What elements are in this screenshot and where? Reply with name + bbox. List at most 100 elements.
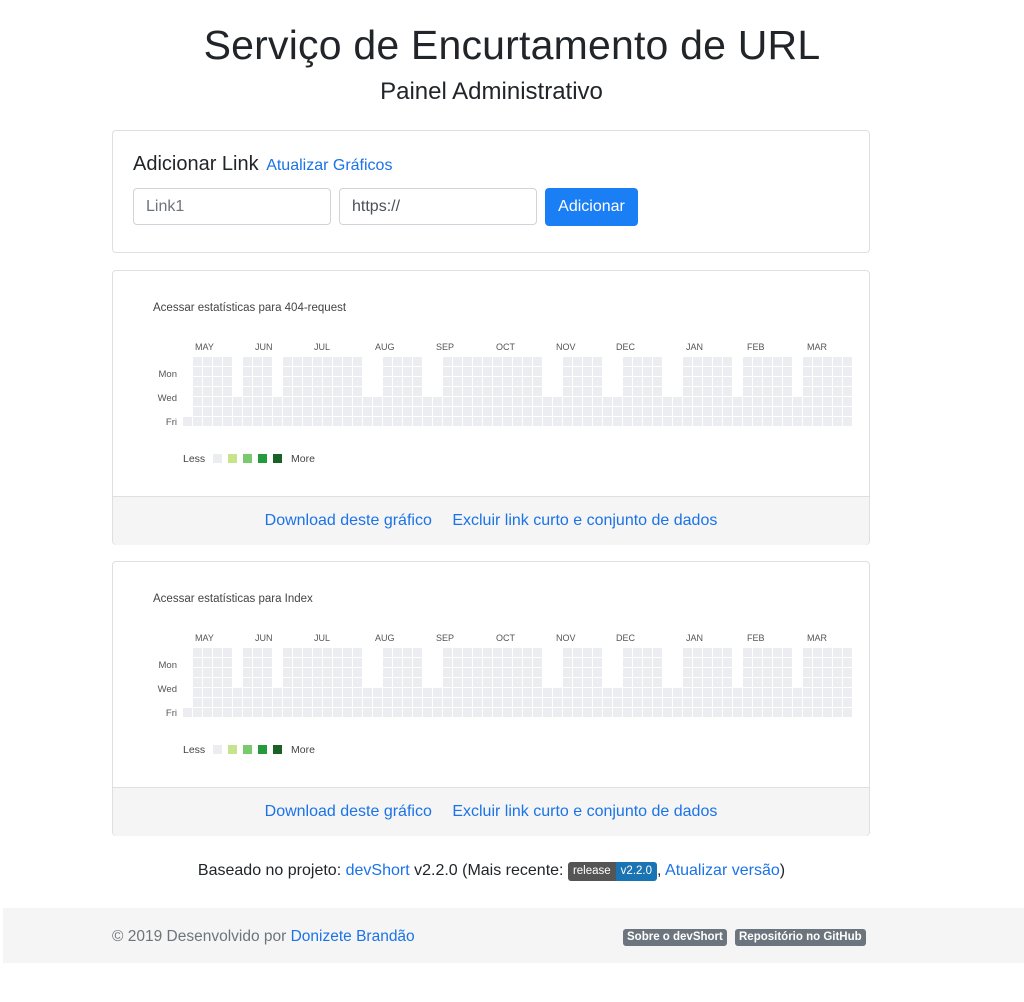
heatmap-cell xyxy=(743,698,752,707)
delete-link-link[interactable]: Excluir link curto e conjunto de dados xyxy=(452,803,717,820)
heatmap-cell xyxy=(403,648,412,657)
heatmap-cell xyxy=(653,648,662,657)
heatmap-cell xyxy=(343,668,352,677)
heatmap-cell xyxy=(513,417,522,426)
heatmap-cell xyxy=(583,708,592,717)
heatmap-cell xyxy=(483,377,492,386)
github-badge[interactable]: Repositório no GitHub xyxy=(735,929,866,946)
heatmap-cell xyxy=(583,648,592,657)
heatmap-cell xyxy=(433,708,442,717)
heatmap-cell xyxy=(653,367,662,376)
legend-swatch xyxy=(258,745,267,754)
month-label: AUG xyxy=(375,342,395,352)
heatmap-cell xyxy=(693,387,702,396)
heatmap-cell xyxy=(833,377,842,386)
heatmap-cell xyxy=(503,387,512,396)
heatmap-cell xyxy=(503,658,512,667)
link-name-input[interactable] xyxy=(133,188,331,225)
heatmap-cell xyxy=(663,698,672,707)
heatmap-cell xyxy=(573,678,582,687)
heatmap-cell xyxy=(403,397,412,406)
heatmap-cell xyxy=(493,407,502,416)
heatmap-cell xyxy=(473,668,482,677)
heatmap-cell xyxy=(653,377,662,386)
heatmap-cell xyxy=(423,688,432,697)
heatmap-cell xyxy=(443,397,452,406)
heatmap-cell xyxy=(813,397,822,406)
heatmap-cell xyxy=(703,417,712,426)
heatmap-cell xyxy=(243,357,252,366)
heatmap-cell xyxy=(463,708,472,717)
add-link-card: Adicionar Link Atualizar Gráficos Adicio… xyxy=(112,130,870,253)
heatmap-cell xyxy=(793,708,802,717)
release-badge[interactable]: release v2.2.0 xyxy=(567,862,657,881)
heatmap-cell xyxy=(383,698,392,707)
heatmap-cell xyxy=(693,698,702,707)
heatmap-cell xyxy=(723,407,732,416)
heatmap-cell xyxy=(203,367,212,376)
heatmap-cell xyxy=(733,708,742,717)
heatmap-cell xyxy=(493,668,502,677)
heatmap-cell xyxy=(543,407,552,416)
download-chart-link[interactable]: Download deste gráfico xyxy=(265,512,432,529)
download-chart-link[interactable]: Download deste gráfico xyxy=(265,803,432,820)
heatmap-cell xyxy=(443,698,452,707)
heatmap-cell xyxy=(663,417,672,426)
heatmap-cell xyxy=(433,417,442,426)
link-url-input[interactable] xyxy=(339,188,537,225)
heatmap-cell xyxy=(573,698,582,707)
heatmap-cell xyxy=(713,357,722,366)
heatmap-cell xyxy=(593,367,602,376)
heatmap-cell xyxy=(283,658,292,667)
heatmap-cell xyxy=(243,397,252,406)
heatmap-cell xyxy=(293,367,302,376)
heatmap-cell xyxy=(483,407,492,416)
heatmap-cell xyxy=(373,698,382,707)
project-link[interactable]: devShort xyxy=(346,862,410,879)
heatmap-cell xyxy=(323,377,332,386)
heatmap-cell xyxy=(823,397,832,406)
author-link[interactable]: Donizete Brandão xyxy=(291,928,415,945)
heatmap-cell xyxy=(463,367,472,376)
heatmap-cell xyxy=(643,387,652,396)
heatmap-cell xyxy=(453,688,462,697)
heatmap-cell xyxy=(403,688,412,697)
heatmap-cell xyxy=(623,688,632,697)
heatmap-cell xyxy=(573,417,582,426)
heatmap-cell xyxy=(843,658,852,667)
update-version-link[interactable]: Atualizar versão xyxy=(665,862,780,879)
heatmap-cell xyxy=(243,377,252,386)
heatmap-cell xyxy=(293,377,302,386)
heatmap-cell xyxy=(743,708,752,717)
heatmap-cell xyxy=(833,658,842,667)
heatmap-cell xyxy=(383,648,392,657)
heatmap-cell xyxy=(213,377,222,386)
heatmap-cell xyxy=(363,407,372,416)
heatmap-cell xyxy=(703,407,712,416)
delete-link-link[interactable]: Excluir link curto e conjunto de dados xyxy=(452,512,717,529)
refresh-charts-link[interactable]: Atualizar Gráficos xyxy=(266,157,392,174)
heatmap-cell xyxy=(573,648,582,657)
heatmap-cell xyxy=(353,367,362,376)
heatmap-cell xyxy=(723,698,732,707)
heatmap-cell xyxy=(313,698,322,707)
heatmap-cell xyxy=(693,367,702,376)
heatmap-cell xyxy=(633,688,642,697)
heatmap-cell xyxy=(283,357,292,366)
heatmap-cell xyxy=(773,367,782,376)
month-label: OCT xyxy=(496,633,516,643)
heatmap-cell xyxy=(613,407,622,416)
heatmap-cell xyxy=(263,377,272,386)
footnote-suffix: ) xyxy=(779,862,786,879)
heatmap-cell xyxy=(613,688,622,697)
heatmap-cell xyxy=(213,668,222,677)
heatmap-cell xyxy=(623,648,632,657)
about-badge[interactable]: Sobre o devShort xyxy=(623,929,727,946)
heatmap-cell xyxy=(333,648,342,657)
day-label: Fri xyxy=(166,708,177,719)
heatmap-cell xyxy=(823,407,832,416)
heatmap-cell xyxy=(523,708,532,717)
add-link-button[interactable]: Adicionar xyxy=(545,188,638,226)
heatmap-cell xyxy=(843,648,852,657)
heatmap-cell xyxy=(773,357,782,366)
